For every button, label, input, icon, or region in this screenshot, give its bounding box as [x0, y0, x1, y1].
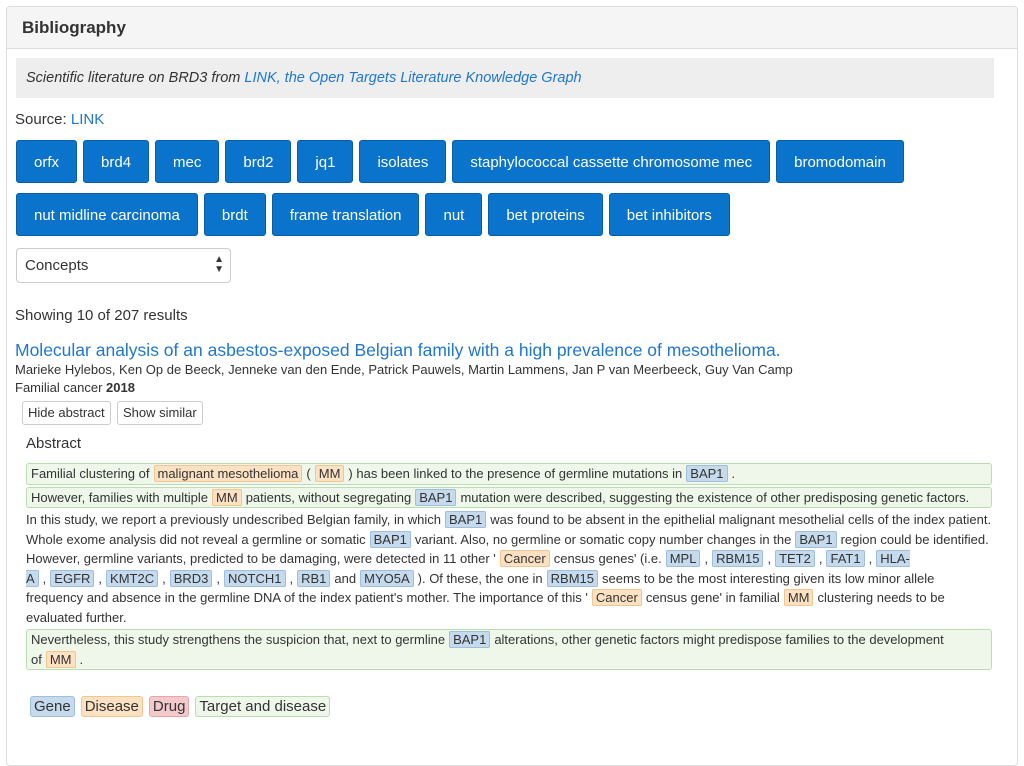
disease-mention[interactable]: Cancer	[591, 589, 642, 606]
journal-name: Familial cancer	[15, 380, 103, 395]
gene-mention[interactable]: MYO5A	[360, 569, 414, 587]
abstract-text-run: ) has been linked to the presence of ger…	[348, 466, 683, 481]
gene-mention[interactable]: RBM15	[712, 550, 764, 567]
disease-mention[interactable]: malignant mesothelioma	[153, 465, 303, 482]
abstract-text-run: .	[79, 651, 84, 667]
article-title-link[interactable]: Molecular analysis of an asbestos-expose…	[15, 340, 781, 361]
abstract-text-run: ,	[868, 551, 873, 566]
concept-tag-brd2[interactable]: brd2	[225, 140, 292, 183]
gene-mention[interactable]: TET2	[775, 550, 815, 567]
concept-tag-frame-translation[interactable]: frame translation	[271, 193, 420, 236]
disease-mention[interactable]: MM	[45, 650, 76, 668]
abstract-text-run: variant. Also, no germline or somatic co…	[414, 531, 792, 547]
abstract-text-run: .	[731, 466, 736, 481]
concept-tag-nut[interactable]: nut	[425, 193, 483, 236]
gene-mention[interactable]: FAT1	[826, 550, 865, 567]
gene-mention[interactable]: BAP1	[445, 511, 487, 528]
article-authors: Marieke Hylebos, Ken Op de Beeck, Jennek…	[15, 362, 793, 377]
concept-tag-bromodomain[interactable]: bromodomain	[776, 140, 904, 183]
abstract-text-run: census genes' (i.e.	[553, 551, 662, 566]
journal-year: 2018	[106, 380, 135, 395]
abstract-text-run: ,	[98, 570, 103, 586]
hide-abstract-button[interactable]: Hide abstract	[22, 401, 111, 425]
concept-tag-mec[interactable]: mec	[155, 140, 220, 183]
gene-mention[interactable]: EGFR	[50, 569, 95, 587]
concept-tag-brdt[interactable]: brdt	[203, 193, 266, 236]
gene-mention[interactable]: BAP1	[369, 530, 411, 548]
abstract-heading: Abstract	[26, 435, 82, 452]
link-knowledge-graph-link[interactable]: LINK, the Open Targets Literature Knowle…	[244, 70, 581, 86]
abstract-text: Familial clustering of malignant mesothel…	[26, 462, 992, 672]
entity-legend: Gene Disease Drug Target and disease	[30, 696, 336, 717]
concept-tag-brd4[interactable]: brd4	[83, 140, 150, 183]
abstract-paragraph: In this study, we report a previously un…	[26, 510, 992, 627]
abstract-text-run: ,	[767, 551, 772, 566]
gene-mention[interactable]: BAP1	[449, 631, 491, 648]
concept-tag-bet-inhibitors[interactable]: bet inhibitors	[608, 193, 730, 236]
abstract-sentence-target-disease: Nevertheless, this study strengthens the…	[26, 629, 992, 670]
gene-mention[interactable]: BRD3	[169, 569, 213, 587]
gene-mention[interactable]: RBM15	[546, 569, 599, 587]
abstract-text-run: ,	[42, 570, 47, 586]
disease-mention[interactable]: MM	[212, 488, 242, 506]
concept-tags: orfx brd4 mec brd2 jq1 isolates staphylococcal…	[16, 140, 996, 246]
abstract-text-run: ). Of these, the one in	[417, 570, 543, 586]
abstract-text-run: ,	[818, 551, 823, 566]
abstract-text-run: ,	[216, 570, 221, 586]
abstract-text-run: ,	[289, 570, 294, 586]
abstract-sentence-target-disease: Familial clustering of malignant mesothel…	[26, 463, 992, 485]
gene-mention[interactable]: KMT2C	[106, 569, 159, 587]
gene-mention[interactable]: MPL	[665, 550, 701, 567]
source-link[interactable]: LINK	[71, 111, 104, 128]
source-line: Source: LINK	[15, 111, 104, 128]
abstract-text-run: ,	[162, 570, 166, 586]
abstract-sentence-target-disease: However, families with multiple MM patient…	[26, 486, 992, 508]
legend-gene: Gene	[30, 696, 75, 717]
concept-tag-bet-proteins[interactable]: bet proteins	[488, 193, 603, 236]
abstract-text-run: (	[306, 466, 311, 481]
disease-mention[interactable]: MM	[783, 589, 814, 606]
legend-target-and-disease: Target and disease	[195, 696, 331, 717]
concepts-select[interactable]: Concepts ▲ ▼	[16, 248, 231, 283]
abstract-text-run: However, families with multiple	[31, 489, 209, 505]
gene-mention[interactable]: BAP1	[795, 530, 837, 548]
gene-mention[interactable]: NOTCH1	[224, 569, 286, 587]
show-similar-button[interactable]: Show similar	[117, 401, 203, 425]
abstract-text-run: mutation were described, suggesting the …	[460, 489, 970, 505]
abstract-text-run: Familial clustering of	[31, 466, 150, 481]
abstract-text-run: and	[334, 570, 357, 586]
concept-tag-sccmec[interactable]: staphylococcal cassette chromosome mec	[452, 140, 771, 183]
source-label: Source:	[15, 111, 71, 128]
abstract-text-run: Nevertheless, this study strengthens the…	[31, 632, 446, 647]
literature-description: Scientific literature on BRD3 from LINK,…	[16, 58, 994, 98]
legend-disease: Disease	[80, 696, 143, 717]
abstract-text-run: In this study, we report a previously un…	[26, 512, 441, 527]
article-journal: Familial cancer 2018	[15, 380, 135, 395]
up-down-arrows-icon: ▲ ▼	[214, 254, 224, 275]
select-value: Concepts	[25, 257, 89, 274]
concept-tag-orfx[interactable]: orfx	[16, 140, 78, 183]
panel-title: Bibliography	[7, 7, 1017, 49]
disease-mention[interactable]: Cancer	[499, 550, 550, 567]
concept-tag-isolates[interactable]: isolates	[359, 140, 447, 183]
description-text: Scientific literature on BRD3 from	[26, 70, 245, 86]
gene-mention[interactable]: BAP1	[686, 465, 728, 482]
results-count: Showing 10 of 207 results	[15, 307, 188, 324]
gene-mention[interactable]: RB1	[297, 569, 331, 587]
abstract-text-run: patients, without segregating	[245, 489, 412, 505]
concept-tag-nut-midline-carcinoma[interactable]: nut midline carcinoma	[16, 193, 198, 236]
abstract-text-run: census gene' in familial	[645, 590, 780, 605]
legend-drug: Drug	[148, 696, 190, 717]
concept-tag-jq1[interactable]: jq1	[297, 140, 354, 183]
abstract-text-run: ,	[704, 551, 709, 566]
gene-mention[interactable]: BAP1	[415, 488, 457, 506]
disease-mention[interactable]: MM	[314, 465, 345, 482]
